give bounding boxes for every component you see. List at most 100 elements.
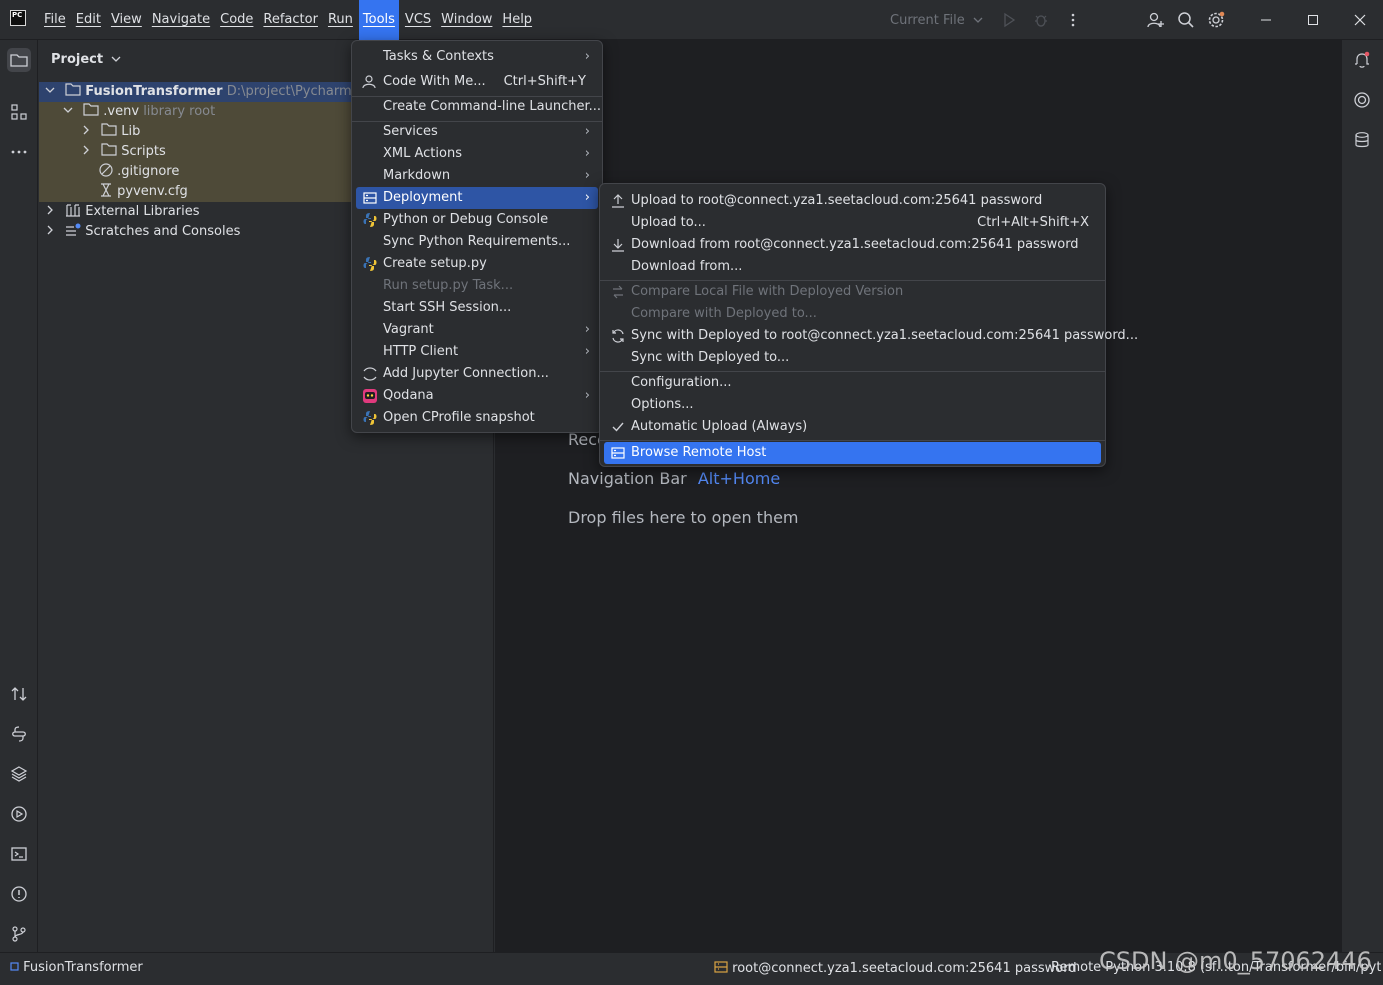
menu-item-start-ssh[interactable]: Start SSH Session... (356, 297, 598, 319)
run-icon[interactable] (1001, 12, 1017, 28)
chevron-right-icon: › (584, 190, 590, 205)
menu-item-label: Python or Debug Console (383, 212, 549, 227)
menu-item-label: Code With Me... (383, 74, 486, 89)
tools-menu: Tasks & Contexts › Code With Me... Ctrl+… (351, 40, 603, 433)
menu-separator (600, 440, 1105, 441)
menu-item-label: Sync with Deployed to... (631, 350, 790, 365)
menu-item-services[interactable]: Services › (356, 121, 598, 143)
maximize-button[interactable] (1289, 0, 1336, 40)
up-down-arrows-icon (11, 687, 27, 701)
menu-item-markdown[interactable]: Markdown › (356, 165, 598, 187)
close-icon (1354, 14, 1365, 26)
menu-item-vagrant[interactable]: Vagrant › (356, 319, 598, 341)
tree-gitignore-row[interactable]: .gitignore (99, 162, 179, 182)
more-vertical-icon[interactable] (1065, 12, 1081, 28)
module-square-icon (10, 962, 19, 971)
qodana-icon (363, 389, 377, 403)
menu-item-python-console[interactable]: Python or Debug Console (356, 209, 598, 231)
menu-code[interactable]: Code (216, 0, 257, 40)
folder-icon (101, 123, 117, 136)
more-tools-button[interactable] (7, 140, 31, 164)
ai-assistant-button[interactable] (1350, 88, 1374, 112)
project-tool-button[interactable] (7, 48, 31, 72)
tree-scripts-row[interactable]: Scripts (81, 142, 166, 162)
menu-item-browse-remote-host[interactable]: Browse Remote Host (604, 442, 1101, 464)
menu-item-sync-with[interactable]: Sync with Deployed to... (604, 347, 1101, 369)
tree-scripts-name: Scripts (121, 144, 166, 159)
menu-item-label: Vagrant (383, 322, 434, 337)
menu-item-qodana[interactable]: Qodana › (356, 385, 598, 407)
code-with-me-icon (362, 75, 376, 89)
tree-gitignore-name: .gitignore (117, 164, 180, 179)
tree-lib-row[interactable]: Lib (81, 122, 140, 142)
tree-pyvenv-name: pyvenv.cfg (117, 184, 188, 199)
menu-item-create-launcher[interactable]: Create Command-line Launcher... (356, 96, 601, 118)
git-tool-button[interactable] (7, 922, 31, 946)
chevron-right-icon: › (584, 49, 590, 64)
project-panel-header[interactable]: Project (51, 52, 121, 67)
services-tool-button[interactable] (7, 802, 31, 826)
python-packages-button[interactable] (7, 722, 31, 746)
notifications-button[interactable] (1350, 48, 1374, 72)
minimize-button[interactable] (1242, 0, 1289, 40)
search-icon[interactable] (1177, 11, 1195, 29)
chevron-right-icon: › (584, 168, 590, 183)
commit-tool-button[interactable] (7, 682, 31, 706)
menu-item-configuration[interactable]: Configuration... (604, 372, 1101, 394)
tree-root-row[interactable]: FusionTransformer D:\project\PycharmProj… (45, 82, 391, 102)
menu-item-download-from-server[interactable]: Download from root@connect.yza1.seetaclo… (604, 234, 1101, 256)
menu-item-add-jupyter[interactable]: Add Jupyter Connection... (356, 363, 598, 385)
menu-view[interactable]: View (107, 0, 146, 40)
add-user-icon[interactable] (1147, 11, 1165, 29)
menu-item-automatic-upload[interactable]: Automatic Upload (Always) (604, 416, 1101, 438)
menu-item-http-client[interactable]: HTTP Client › (356, 341, 598, 363)
download-icon (612, 239, 624, 252)
menu-item-sync-requirements[interactable]: Sync Python Requirements... (356, 231, 598, 253)
menu-item-download-from[interactable]: Download from... (604, 256, 1101, 278)
menu-item-sync-with-server[interactable]: Sync with Deployed to root@connect.yza1.… (604, 325, 1138, 347)
tree-pyvenv-row[interactable]: pyvenv.cfg (99, 182, 188, 202)
menu-refactor[interactable]: Refactor (259, 0, 322, 40)
close-window-button[interactable] (1336, 0, 1383, 40)
menu-navigate[interactable]: Navigate (148, 0, 214, 40)
chevron-right-icon: › (584, 388, 590, 403)
status-project[interactable]: FusionTransformer (10, 960, 143, 975)
status-deployment-server[interactable]: root@connect.yza1.seetacloud.com:25641 p… (714, 960, 1077, 976)
menu-item-options[interactable]: Options... (604, 394, 1101, 416)
structure-tool-button[interactable] (7, 100, 31, 124)
menu-item-upload-to[interactable]: Upload to... Ctrl+Alt+Shift+X (604, 212, 1101, 234)
tree-scratches-row[interactable]: Scratches and Consoles (45, 222, 240, 242)
structure-icon (11, 104, 27, 120)
menu-item-shortcut: Ctrl+Shift+Y (503, 74, 586, 89)
chevron-right-icon: › (584, 146, 590, 161)
database-button[interactable] (1350, 128, 1374, 152)
tree-venv-row[interactable]: .venv library root (63, 102, 215, 122)
menu-help[interactable]: Help (498, 0, 536, 40)
ai-spiral-icon (1354, 92, 1370, 108)
menu-window[interactable]: Window (437, 0, 496, 40)
menu-tools[interactable]: Tools (358, 0, 399, 40)
run-config-selector[interactable]: Current File (890, 13, 983, 28)
layers-tool-button[interactable] (7, 762, 31, 786)
menu-item-xml-actions[interactable]: XML Actions › (356, 143, 598, 165)
status-interpreter[interactable]: Remote Python 3.10.8 (sf...ton/Transform… (1051, 960, 1381, 975)
menu-item-compare-local: Compare Local File with Deployed Version (604, 281, 1101, 303)
left-tool-strip (0, 40, 38, 952)
tree-external-row[interactable]: External Libraries (45, 202, 200, 222)
menu-item-upload-to-server[interactable]: Upload to root@connect.yza1.seetacloud.c… (604, 190, 1101, 212)
layers-icon (10, 766, 28, 782)
menu-item-deployment[interactable]: Deployment › (356, 187, 598, 209)
problems-tool-button[interactable] (7, 882, 31, 906)
debug-icon[interactable] (1033, 12, 1049, 28)
menu-file[interactable]: File (40, 0, 70, 40)
terminal-tool-button[interactable] (7, 842, 31, 866)
settings-gear-icon[interactable] (1207, 11, 1225, 29)
menu-item-code-with-me[interactable]: Code With Me... Ctrl+Shift+Y (356, 71, 598, 93)
menu-run[interactable]: Run (324, 0, 357, 40)
menu-item-tasks-contexts[interactable]: Tasks & Contexts › (356, 46, 598, 68)
menu-item-create-setup[interactable]: Create setup.py (356, 253, 598, 275)
menu-item-open-cprofile[interactable]: Open CProfile snapshot (356, 407, 598, 429)
status-bar: FusionTransformer root@connect.yza1.seet… (0, 947, 1383, 985)
menu-vcs[interactable]: VCS (401, 0, 435, 40)
menu-edit[interactable]: Edit (72, 0, 105, 40)
